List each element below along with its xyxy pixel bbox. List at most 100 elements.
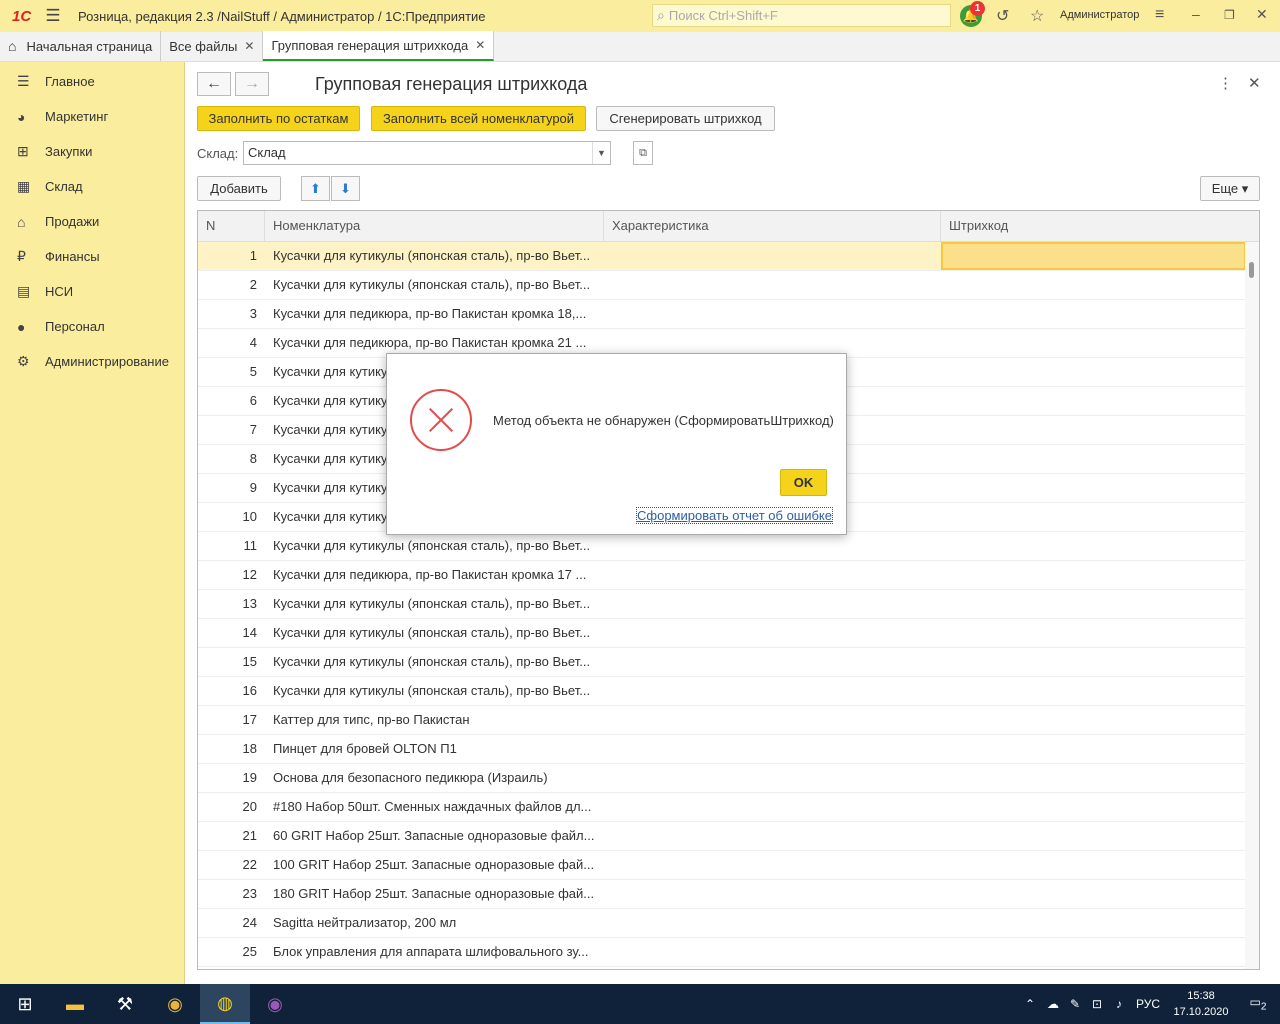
- table-row[interactable]: 19 Основа для безопасного педикюра (Израи…: [198, 764, 1259, 793]
- cell-number[interactable]: 15: [198, 648, 265, 676]
- tab-all-files[interactable]: Все файлы ✕: [161, 31, 264, 61]
- cell-barcode[interactable]: [941, 271, 1246, 299]
- cell-item[interactable]: Кусачки для кутикулы (японская сталь), п…: [265, 271, 604, 299]
- sidebar-item-main[interactable]: ☰ Главное: [0, 64, 184, 99]
- cell-barcode[interactable]: [941, 590, 1246, 618]
- cell-characteristic[interactable]: [604, 880, 941, 908]
- cell-barcode[interactable]: [941, 387, 1246, 415]
- sidebar-item-personnel[interactable]: ● Персонал: [0, 309, 184, 344]
- cell-item[interactable]: Блок управления для аппарата шлифовально…: [265, 938, 604, 966]
- vertical-scrollbar[interactable]: [1245, 242, 1259, 969]
- cell-barcode[interactable]: [941, 735, 1246, 763]
- cell-number[interactable]: 6: [198, 387, 265, 415]
- cell-barcode[interactable]: [941, 909, 1246, 937]
- cell-number[interactable]: 23: [198, 880, 265, 908]
- cell-characteristic[interactable]: [604, 561, 941, 589]
- table-row[interactable]: 22 100 GRIT Набор 25шт. Запасные одноразо…: [198, 851, 1259, 880]
- cell-number[interactable]: 7: [198, 416, 265, 444]
- move-up-icon[interactable]: ⬆: [301, 176, 330, 201]
- cell-barcode[interactable]: [941, 416, 1246, 444]
- cell-characteristic[interactable]: [604, 677, 941, 705]
- cell-barcode[interactable]: [941, 648, 1246, 676]
- table-row[interactable]: 23 180 GRIT Набор 25шт. Запасные одноразо…: [198, 880, 1259, 909]
- cloud-icon[interactable]: ☁: [1042, 997, 1064, 1011]
- cell-characteristic[interactable]: [604, 938, 941, 966]
- cell-item[interactable]: Кусачки для кутикулы (японская сталь), п…: [265, 242, 604, 270]
- back-button[interactable]: ←: [197, 72, 231, 96]
- windows-start-icon[interactable]: ⊞: [0, 984, 50, 1024]
- table-row[interactable]: 24 Sagitta нейтрализатор, 200 мл: [198, 909, 1259, 938]
- cell-item[interactable]: #180 Набор 50шт. Сменных наждачных файло…: [265, 793, 604, 821]
- restore-icon[interactable]: ❐: [1224, 8, 1235, 22]
- sidebar-item-warehouse[interactable]: ▦ Склад: [0, 169, 184, 204]
- more-actions-icon[interactable]: ⋮: [1218, 74, 1233, 92]
- sidebar-item-administration[interactable]: ⚙ Администрирование: [0, 344, 184, 379]
- favorites-star-icon[interactable]: ☆: [1030, 6, 1044, 26]
- cell-item[interactable]: 180 GRIT Набор 25шт. Запасные одноразовы…: [265, 880, 604, 908]
- error-report-link[interactable]: Сформировать отчет об ошибке: [636, 507, 833, 524]
- cell-barcode[interactable]: [941, 242, 1246, 270]
- cell-item[interactable]: Кусачки для кутикулы (японская сталь), п…: [265, 532, 604, 560]
- table-row[interactable]: 3 Кусачки для педикюра, пр-во Пакистан кр…: [198, 300, 1259, 329]
- cell-item[interactable]: 60 GRIT Набор 25шт. Запасные одноразовые…: [265, 822, 604, 850]
- cell-characteristic[interactable]: [604, 242, 941, 270]
- cell-characteristic[interactable]: [604, 822, 941, 850]
- cell-characteristic[interactable]: [604, 648, 941, 676]
- close-form-icon[interactable]: ✕: [1248, 74, 1261, 92]
- cell-characteristic[interactable]: [604, 300, 941, 328]
- cell-number[interactable]: 10: [198, 503, 265, 531]
- cell-barcode[interactable]: [941, 561, 1246, 589]
- cell-barcode[interactable]: [941, 822, 1246, 850]
- cell-number[interactable]: 13: [198, 590, 265, 618]
- 1c-app-icon[interactable]: ◍: [200, 984, 250, 1024]
- table-row[interactable]: 13 Кусачки для кутикулы (японская сталь),…: [198, 590, 1259, 619]
- cell-item[interactable]: Кусачки для педикюра, пр-во Пакистан кро…: [265, 300, 604, 328]
- cell-number[interactable]: 25: [198, 938, 265, 966]
- sidebar-item-nsi[interactable]: ▤ НСИ: [0, 274, 184, 309]
- dropdown-arrow-icon[interactable]: ▼: [592, 142, 610, 164]
- settings-menu-icon[interactable]: ≡: [1155, 6, 1164, 24]
- open-icon[interactable]: ⧉: [633, 141, 653, 165]
- cell-number[interactable]: 2: [198, 271, 265, 299]
- cell-number[interactable]: 22: [198, 851, 265, 879]
- scrollbar-thumb[interactable]: [1249, 262, 1254, 278]
- chevron-up-icon[interactable]: ⌃: [1018, 997, 1042, 1011]
- items-table[interactable]: N Номенклатура Характеристика Штрихкод 1…: [197, 210, 1260, 970]
- cell-number[interactable]: 17: [198, 706, 265, 734]
- add-button[interactable]: Добавить: [197, 176, 281, 201]
- cell-barcode[interactable]: [941, 358, 1246, 386]
- table-row[interactable]: 16 Кусачки для кутикулы (японская сталь),…: [198, 677, 1259, 706]
- cell-characteristic[interactable]: [604, 793, 941, 821]
- file-explorer-icon[interactable]: ▬: [50, 984, 100, 1024]
- column-header-barcode[interactable]: Штрихкод: [941, 211, 1246, 241]
- cell-number[interactable]: 4: [198, 329, 265, 357]
- cell-barcode[interactable]: [941, 851, 1246, 879]
- cell-item[interactable]: Кусачки для педикюра, пр-во Пакистан кро…: [265, 561, 604, 589]
- fill-all-items-button[interactable]: Заполнить всей номенклатурой: [371, 106, 586, 131]
- cell-barcode[interactable]: [941, 474, 1246, 502]
- cell-number[interactable]: 24: [198, 909, 265, 937]
- tab-home[interactable]: ⌂ Начальная страница: [0, 31, 162, 61]
- table-row[interactable]: 12 Кусачки для педикюра, пр-во Пакистан к…: [198, 561, 1259, 590]
- sidebar-item-purchases[interactable]: ⊞ Закупки: [0, 134, 184, 169]
- close-window-icon[interactable]: ✕: [1256, 6, 1268, 23]
- cell-barcode[interactable]: [941, 532, 1246, 560]
- cell-number[interactable]: 8: [198, 445, 265, 473]
- cell-number[interactable]: 19: [198, 764, 265, 792]
- cell-characteristic[interactable]: [604, 532, 941, 560]
- cell-number[interactable]: 16: [198, 677, 265, 705]
- search-input[interactable]: ⌕ Поиск Ctrl+Shift+F: [652, 4, 951, 27]
- cell-barcode[interactable]: [941, 706, 1246, 734]
- cell-barcode[interactable]: [941, 300, 1246, 328]
- sidebar-item-marketing[interactable]: ◕ Маркетинг: [0, 99, 184, 134]
- cell-barcode[interactable]: [941, 764, 1246, 792]
- fill-by-stock-button[interactable]: Заполнить по остаткам: [197, 106, 360, 131]
- close-tab-icon[interactable]: ✕: [475, 38, 485, 52]
- language-indicator[interactable]: РУС: [1130, 997, 1166, 1011]
- tab-barcode-generation[interactable]: Групповая генерация штрихкода ✕: [263, 31, 495, 61]
- cell-item[interactable]: 100 GRIT Набор 25шт. Запасные одноразовы…: [265, 851, 604, 879]
- cell-item[interactable]: Кусачки для кутикулы (японская сталь), п…: [265, 590, 604, 618]
- forward-button[interactable]: →: [235, 72, 269, 96]
- cell-barcode[interactable]: [941, 619, 1246, 647]
- table-row[interactable]: 15 Кусачки для кутикулы (японская сталь),…: [198, 648, 1259, 677]
